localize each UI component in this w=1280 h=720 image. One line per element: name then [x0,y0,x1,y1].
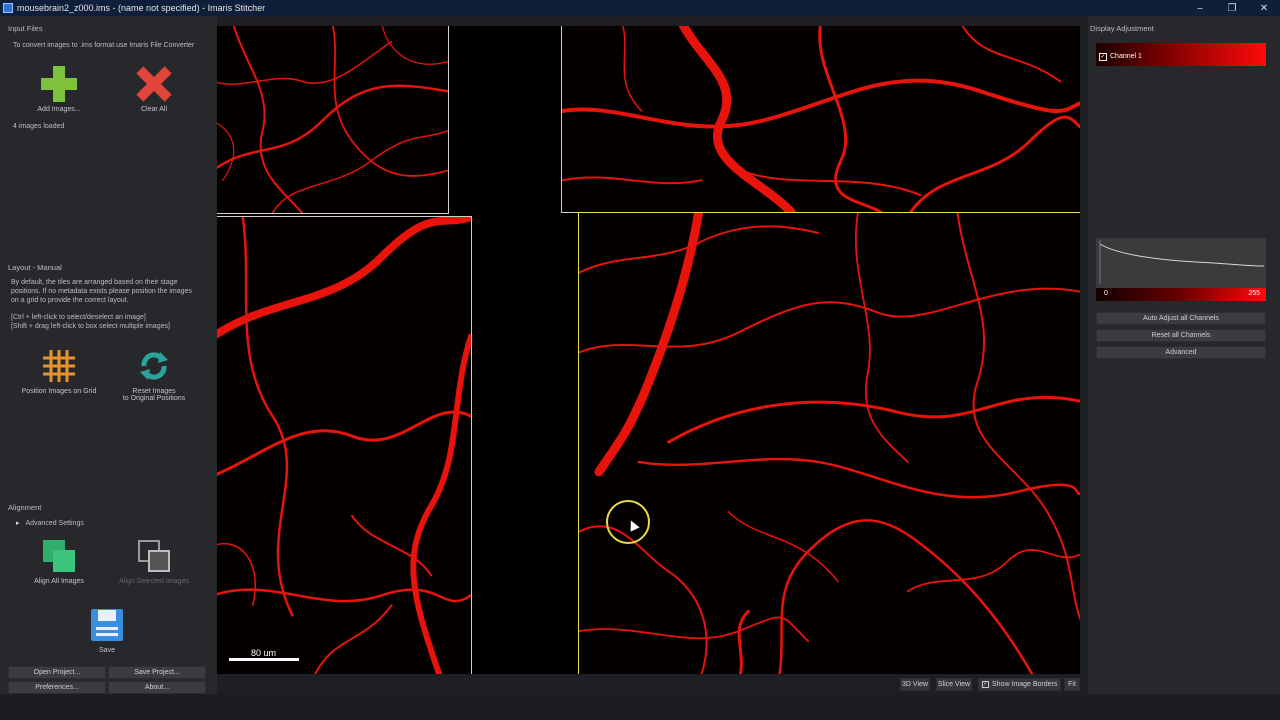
input-files-title: Input Files [8,24,43,33]
expand-arrow-icon: ▸ [16,520,20,527]
reset-positions-button[interactable]: Reset Images to Original Positions [109,338,199,406]
image-viewport[interactable]: 80 um [217,26,1080,674]
auto-adjust-channels-button[interactable]: Auto Adjust all Channels [1096,312,1266,325]
vessel-image [217,217,471,674]
image-tile[interactable] [217,26,449,214]
advanced-button[interactable]: Advanced [1096,346,1266,359]
align-all-icon [41,538,77,574]
open-project-button[interactable]: Open Project... [8,666,106,679]
3d-view-button[interactable]: 3D View [900,678,930,691]
plus-icon [41,66,77,102]
layout-hint-1: [Ctrl + left-click to select/deselect an… [11,314,146,321]
show-borders-label: Show Image Borders [992,681,1058,688]
channel-checkbox[interactable]: ✓ [1099,53,1107,61]
channel-label: Channel 1 [1110,53,1142,60]
range-min-label: 0 [1104,290,1108,297]
show-borders-toggle[interactable]: ✓ Show Image Borders [978,678,1061,691]
close-button[interactable]: ✕ [1248,0,1280,16]
preferences-button[interactable]: Preferences... [8,681,106,694]
layout-hint-2: [Shift + drag left-click to box select m… [11,323,170,330]
save-project-button[interactable]: Save Project... [108,666,206,679]
image-tile[interactable] [561,26,1080,213]
about-button[interactable]: About... [108,681,206,694]
clear-all-button[interactable]: Clear All [109,56,199,124]
restore-button[interactable]: ❐ [1216,0,1248,16]
fit-button[interactable]: Fit [1064,678,1080,691]
left-panel: Input Files To convert images to .ims fo… [0,16,217,694]
align-selected-button[interactable]: Align Selected Images [109,528,199,596]
selected-image-tile[interactable] [578,212,1080,674]
channel-range-bar[interactable]: 0 255 [1096,288,1266,301]
grid-icon [41,348,77,384]
layout-description-3: on a grid to provide the correct layout. [11,297,129,304]
histogram[interactable] [1096,238,1266,288]
clear-all-label: Clear All [140,106,168,113]
reset-channels-button[interactable]: Reset all Channels [1096,329,1266,342]
scale-bar-label: 80 um [251,648,277,658]
images-loaded-status: 4 images loaded [13,123,65,130]
display-adjustment-panel: Display Adjustment ✓ Channel 1 0 255 Aut… [1088,16,1280,694]
advanced-settings-toggle[interactable]: ▸ Advanced Settings [16,519,84,528]
app-icon [3,3,13,13]
window-controls: – ❐ ✕ [1184,0,1280,16]
histogram-curve [1099,240,1265,284]
display-adjustment-title: Display Adjustment [1090,24,1154,33]
image-tile[interactable] [217,216,472,674]
vessel-image [562,26,1080,212]
vessel-image [579,213,1080,674]
position-on-grid-button[interactable]: Position Images on Grid [14,338,104,406]
layout-title: Layout - Manual [8,263,62,272]
title-bar: mousebrain2_z000.ims - (name not specifi… [0,0,1280,16]
checkbox-icon[interactable]: ✓ [982,681,989,688]
reset-positions-label-1: Reset Images [132,388,176,395]
range-max-label: 255 [1248,290,1260,297]
x-icon [136,66,172,102]
bottom-bar [0,694,1280,720]
converter-hint: To convert images to .ims format use Ima… [13,42,195,49]
floppy-disk-icon [89,607,125,643]
layout-description-2: positions. If no metadata exists please … [11,288,192,295]
reset-positions-label-2: to Original Positions [122,395,186,402]
refresh-icon [136,348,172,384]
window-title: mousebrain2_z000.ims - (name not specifi… [17,3,266,13]
slice-view-button[interactable]: Slice View [936,678,972,691]
save-button[interactable]: Save [62,599,152,667]
align-selected-icon [136,538,172,574]
layout-description-1: By default, the tiles are arranged based… [11,279,178,286]
add-images-label: Add Images... [37,106,81,113]
align-selected-label: Align Selected Images [119,578,189,585]
add-images-button[interactable]: Add Images... [14,56,104,124]
align-all-label: Align All Images [34,578,84,585]
vessel-image [217,26,448,213]
align-all-button[interactable]: Align All Images [14,528,104,596]
minimize-button[interactable]: – [1184,0,1216,16]
advanced-settings-label: Advanced Settings [25,520,84,527]
alignment-title: Alignment [8,503,42,512]
channel-bar[interactable]: ✓ Channel 1 [1096,43,1266,66]
position-on-grid-label: Position Images on Grid [21,388,97,395]
scale-bar [229,658,299,661]
save-label: Save [99,647,115,654]
